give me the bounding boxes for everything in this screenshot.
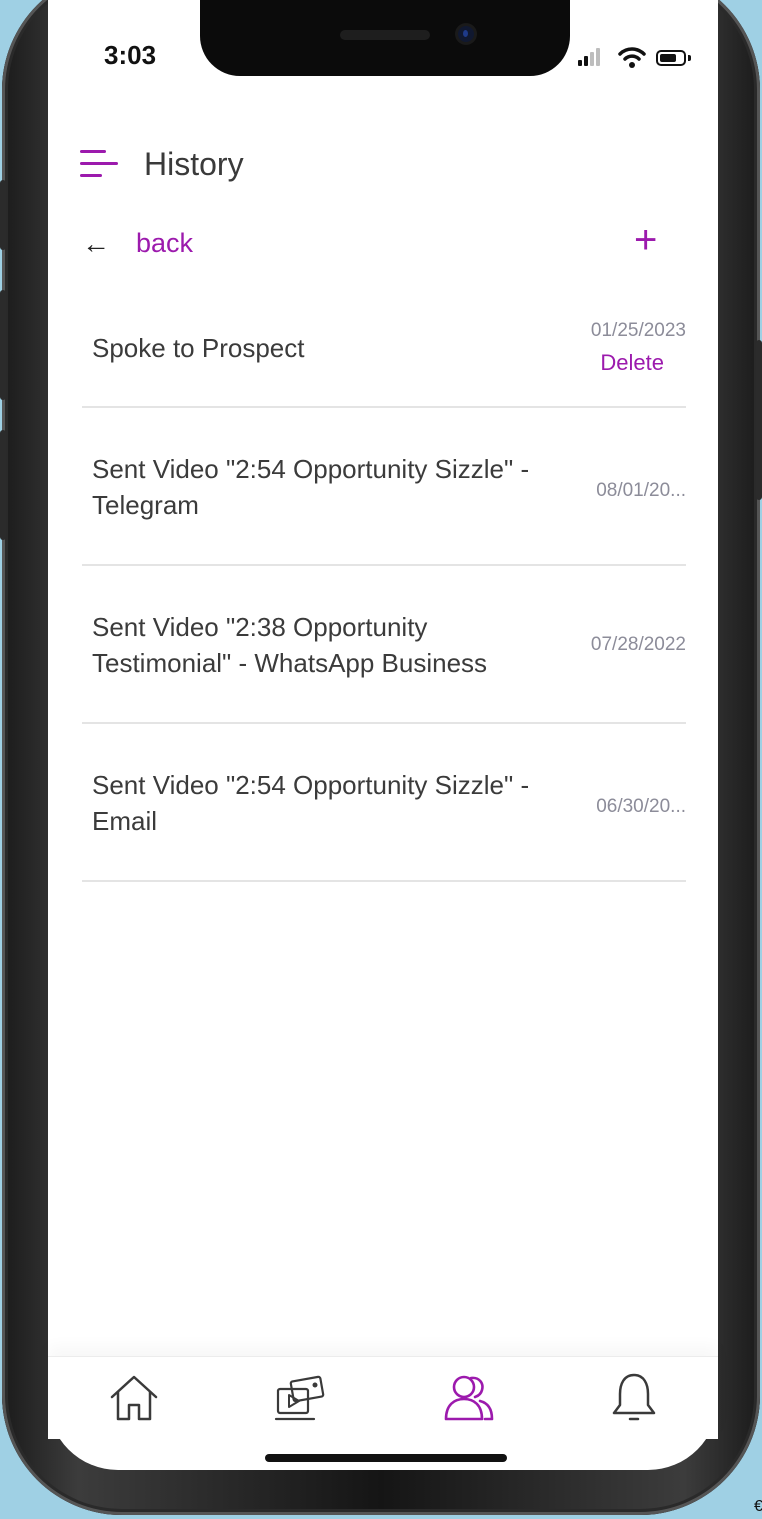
battery-cap [688, 55, 691, 61]
history-item[interactable]: Sent Video "2:54 Opportunity Sizzle" - T… [82, 408, 686, 566]
notch [200, 0, 570, 76]
history-item-date: 01/25/2023 [590, 320, 686, 341]
history-item-text: Sent Video "2:38 Opportunity Testimonial… [92, 612, 488, 678]
home-icon [110, 1375, 158, 1421]
corner-mark: € [754, 1498, 762, 1515]
home-indicator[interactable] [265, 1454, 507, 1462]
hamburger-menu-icon[interactable] [80, 148, 120, 180]
bell-icon [612, 1373, 656, 1421]
page-title: History [144, 146, 244, 182]
history-item-date: 08/01/20... [596, 480, 686, 501]
tab-contacts[interactable] [438, 1367, 498, 1427]
delete-button[interactable]: Delete [600, 350, 664, 376]
front-camera [458, 26, 474, 42]
history-item-date: 06/30/20... [596, 796, 686, 817]
history-item-text: Spoke to Prospect [92, 333, 305, 363]
tab-media[interactable] [270, 1367, 330, 1427]
history-item[interactable]: Sent Video "2:38 Opportunity Testimonial… [82, 566, 686, 724]
battery-icon [656, 50, 686, 66]
status-time: 3:03 [104, 40, 157, 70]
cellular-signal-icon [578, 46, 602, 66]
wifi-icon [618, 47, 646, 68]
power-button [756, 340, 762, 500]
tab-home[interactable] [104, 1367, 164, 1427]
mute-switch [0, 180, 6, 250]
tab-notifications[interactable] [604, 1367, 664, 1427]
history-item[interactable]: Spoke to Prospect 01/25/2023 Delete [82, 250, 686, 408]
history-item[interactable]: Sent Video "2:54 Opportunity Sizzle" - E… [82, 724, 686, 882]
history-item-text: Sent Video "2:54 Opportunity Sizzle" - E… [92, 770, 530, 836]
history-item-date: 07/28/2022 [590, 634, 686, 655]
history-item-text: Sent Video "2:54 Opportunity Sizzle" - T… [92, 454, 530, 520]
bottom-tab-bar [48, 1356, 718, 1439]
volume-down-button [0, 430, 6, 540]
volume-up-button [0, 290, 6, 400]
contacts-icon [444, 1375, 494, 1421]
media-icon [274, 1375, 325, 1421]
earpiece-speaker [340, 30, 430, 40]
